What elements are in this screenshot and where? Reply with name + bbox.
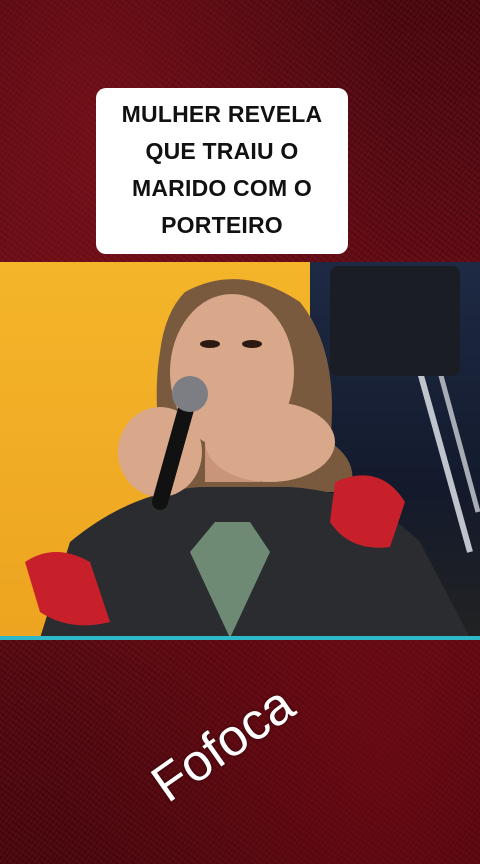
caption-line-4: PORTEIRO	[161, 212, 283, 238]
video-progress-line	[0, 636, 480, 640]
microphone-head-icon	[172, 376, 208, 412]
caption-box: MULHER REVELA QUE TRAIU O MARIDO COM O P…	[96, 88, 348, 254]
tripod-leg-icon	[437, 371, 480, 513]
video-frame[interactable]	[0, 262, 480, 638]
caption-line-3: MARIDO COM O	[132, 175, 312, 201]
person-illustration	[25, 266, 480, 638]
camera-icon	[330, 266, 460, 376]
caption-line-2: QUE TRAIU O	[145, 138, 299, 164]
caption-line-1: MULHER REVELA	[121, 101, 323, 127]
